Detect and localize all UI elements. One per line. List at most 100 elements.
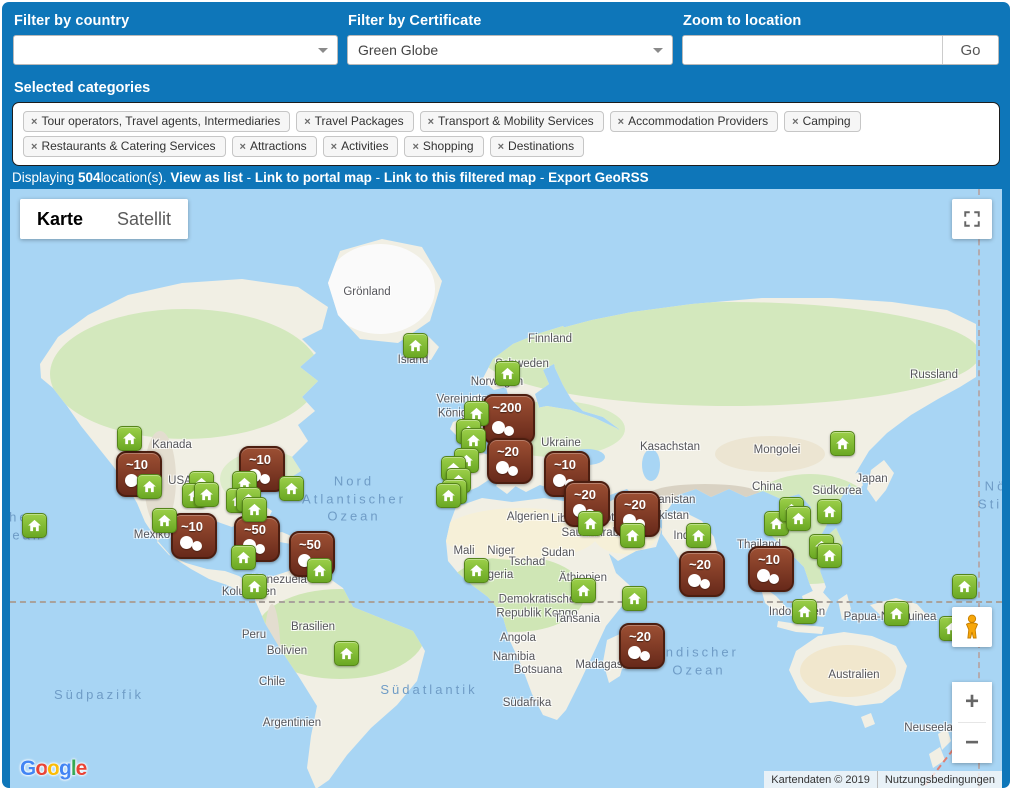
cluster-dot-icon xyxy=(496,461,509,474)
house-marker[interactable] xyxy=(279,476,304,501)
house-marker[interactable] xyxy=(495,361,520,386)
remove-chip-icon[interactable]: × xyxy=(304,116,310,128)
house-marker[interactable] xyxy=(792,599,817,624)
terms-link[interactable]: Nutzungsbedingungen xyxy=(877,771,1002,788)
house-marker[interactable] xyxy=(307,558,332,583)
house-marker[interactable] xyxy=(884,601,909,626)
selected-categories-label: Selected categories xyxy=(2,65,1010,102)
house-icon xyxy=(575,582,592,599)
remove-chip-icon[interactable]: × xyxy=(498,141,504,153)
house-marker[interactable] xyxy=(571,578,596,603)
house-marker[interactable] xyxy=(334,641,359,666)
category-chip[interactable]: ×Camping xyxy=(784,111,860,132)
chevron-down-icon xyxy=(318,48,328,58)
house-marker[interactable] xyxy=(817,543,842,568)
cluster-count-label: ~20 xyxy=(621,629,659,644)
pegman-button[interactable] xyxy=(952,607,992,647)
house-marker[interactable] xyxy=(194,482,219,507)
house-marker[interactable] xyxy=(464,558,489,583)
category-chips: ×Tour operators, Travel agents, Intermed… xyxy=(12,102,1000,166)
house-marker[interactable] xyxy=(952,574,977,599)
cluster-dot-icon xyxy=(757,569,770,582)
zoom-out-button[interactable]: − xyxy=(952,723,992,763)
zoom-location-input[interactable] xyxy=(683,36,942,64)
zoom-location-label: Zoom to location xyxy=(683,13,999,29)
category-chip[interactable]: ×Transport & Mobility Services xyxy=(420,111,604,132)
house-marker[interactable] xyxy=(622,586,647,611)
category-chip[interactable]: ×Attractions xyxy=(232,136,317,157)
map-type-map-button[interactable]: Karte xyxy=(20,199,100,239)
remove-chip-icon[interactable]: × xyxy=(428,116,434,128)
status-link[interactable]: Link to portal map xyxy=(255,170,372,185)
house-marker[interactable] xyxy=(22,513,47,538)
house-marker[interactable] xyxy=(403,333,428,358)
cluster-marker[interactable]: ~10 xyxy=(171,513,217,559)
location-count: 504 xyxy=(78,170,101,185)
remove-chip-icon[interactable]: × xyxy=(412,141,418,153)
status-bar: Displaying 504location(s). View as list … xyxy=(2,166,1010,189)
category-chip[interactable]: ×Restaurants & Catering Services xyxy=(23,136,226,157)
zoom-in-button[interactable]: + xyxy=(952,682,992,722)
map-type-satellite-button[interactable]: Satellit xyxy=(100,199,188,239)
fullscreen-button[interactable] xyxy=(952,199,992,239)
remove-chip-icon[interactable]: × xyxy=(618,116,624,128)
cluster-count-label: ~200 xyxy=(485,400,529,415)
house-marker[interactable] xyxy=(242,574,267,599)
map-attribution: Kartendaten © 2019 Nutzungsbedingungen xyxy=(764,771,1002,788)
house-marker[interactable] xyxy=(242,497,267,522)
house-marker[interactable] xyxy=(231,545,256,570)
go-button[interactable]: Go xyxy=(942,36,998,64)
house-marker[interactable] xyxy=(786,506,811,531)
house-marker[interactable] xyxy=(137,474,162,499)
cluster-dot-icon xyxy=(260,474,270,484)
cluster-marker[interactable]: ~20 xyxy=(487,438,533,484)
house-marker[interactable] xyxy=(620,523,645,548)
house-marker[interactable] xyxy=(152,508,177,533)
house-marker[interactable] xyxy=(117,426,142,451)
cluster-dot-icon xyxy=(688,574,701,587)
remove-chip-icon[interactable]: × xyxy=(792,116,798,128)
category-chip[interactable]: ×Activities xyxy=(323,136,399,157)
category-chip[interactable]: ×Destinations xyxy=(490,136,584,157)
cluster-dot-icon xyxy=(640,651,650,661)
house-marker[interactable] xyxy=(578,511,603,536)
status-prefix: Displaying xyxy=(12,170,78,185)
house-marker[interactable] xyxy=(686,523,711,548)
remove-chip-icon[interactable]: × xyxy=(240,141,246,153)
google-logo[interactable]: Google xyxy=(20,757,86,781)
category-chip[interactable]: ×Tour operators, Travel agents, Intermed… xyxy=(23,111,290,132)
status-link[interactable]: View as list xyxy=(170,170,243,185)
house-icon xyxy=(338,645,355,662)
house-icon xyxy=(834,435,851,452)
status-link[interactable]: Export GeoRSS xyxy=(548,170,649,185)
category-chip[interactable]: ×Travel Packages xyxy=(296,111,413,132)
house-icon xyxy=(626,590,643,607)
house-marker[interactable] xyxy=(436,483,461,508)
map-copyright: Kartendaten © 2019 xyxy=(764,771,877,788)
remove-chip-icon[interactable]: × xyxy=(31,116,37,128)
category-chip[interactable]: ×Accommodation Providers xyxy=(610,111,779,132)
country-filter-select[interactable] xyxy=(13,35,338,65)
cluster-count-label: ~50 xyxy=(291,537,329,552)
category-chip[interactable]: ×Shopping xyxy=(404,136,483,157)
cluster-marker[interactable]: ~10 xyxy=(748,546,794,592)
house-marker[interactable] xyxy=(817,499,842,524)
house-icon xyxy=(246,578,263,595)
house-marker[interactable] xyxy=(830,431,855,456)
cluster-dot-icon xyxy=(492,421,505,434)
house-icon xyxy=(246,501,263,518)
cluster-dot-icon xyxy=(700,579,710,589)
map-portal-app: Filter by country Filter by Certificate … xyxy=(2,2,1010,788)
map-canvas[interactable]: Karte Satellit + − Google Kartendaten © xyxy=(10,189,1002,788)
cluster-marker[interactable]: ~20 xyxy=(679,551,725,597)
cluster-count-label: ~10 xyxy=(750,552,788,567)
remove-chip-icon[interactable]: × xyxy=(331,141,337,153)
cluster-marker[interactable]: ~20 xyxy=(619,623,665,669)
remove-chip-icon[interactable]: × xyxy=(31,141,37,153)
cluster-marker[interactable]: ~200 xyxy=(483,394,535,444)
certificate-filter-label: Filter by Certificate xyxy=(348,13,673,29)
zoom-control: + − xyxy=(952,682,992,763)
cluster-dot-icon xyxy=(553,474,566,487)
certificate-filter-select[interactable]: Green Globe xyxy=(347,35,673,65)
status-link[interactable]: Link to this filtered map xyxy=(384,170,536,185)
